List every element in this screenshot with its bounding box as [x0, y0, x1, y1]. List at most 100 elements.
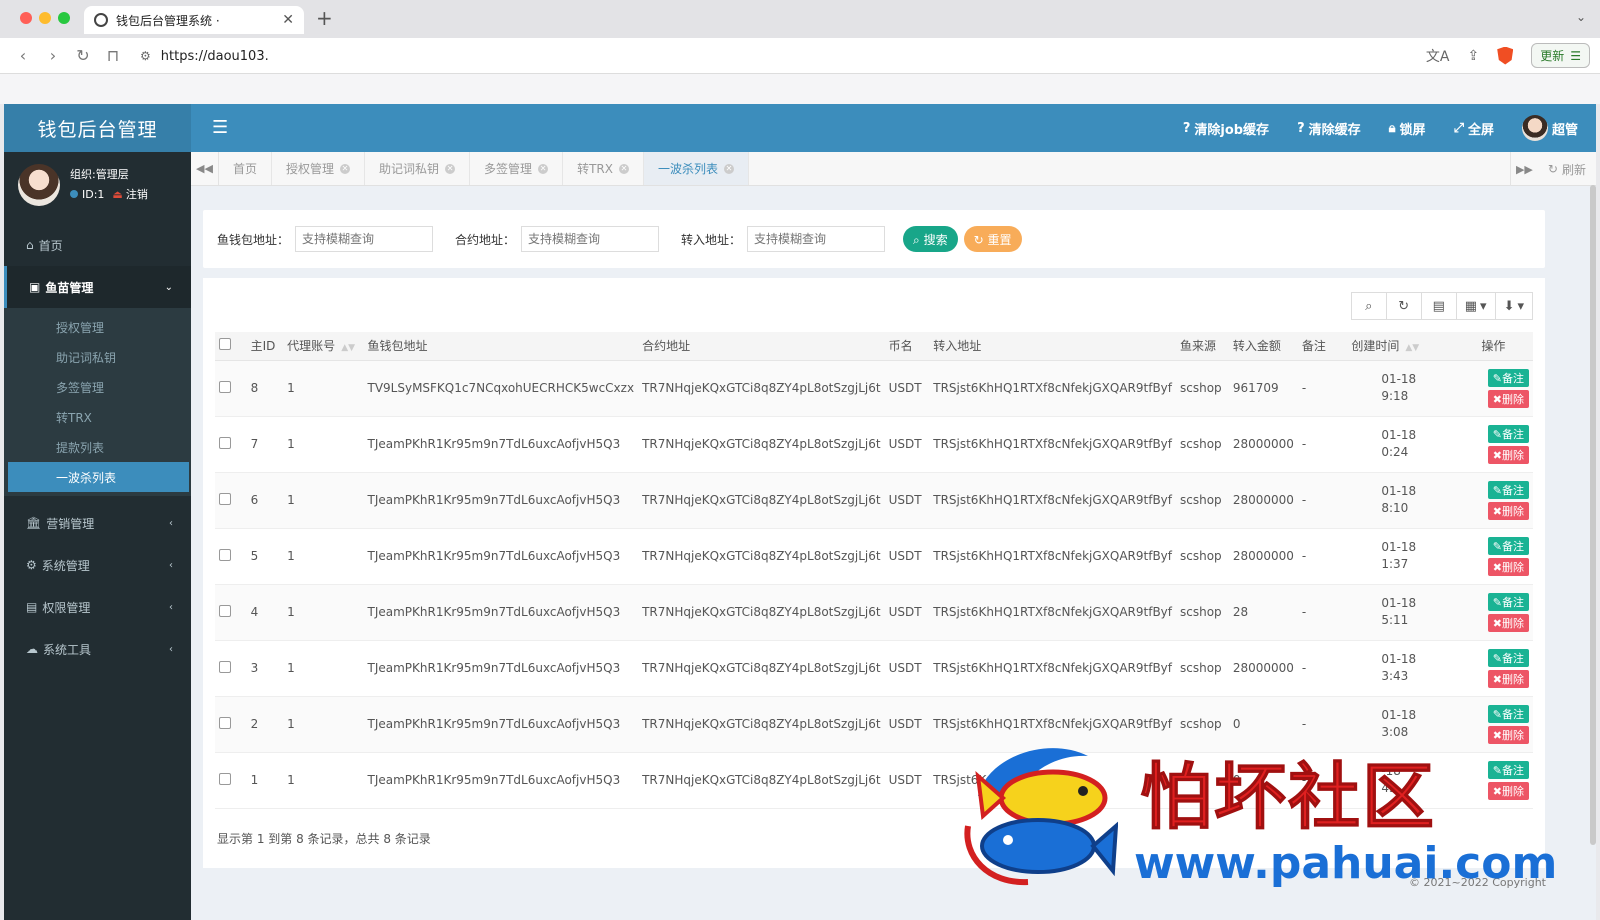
tab-list-chevron-icon[interactable]: ⌄: [1576, 10, 1586, 24]
close-tab-icon[interactable]: ✕: [538, 163, 549, 174]
forward-icon[interactable]: ›: [38, 46, 68, 65]
bookmark-icon[interactable]: ⊓: [98, 46, 128, 65]
delete-button[interactable]: ✖删除: [1487, 501, 1529, 520]
address-bar[interactable]: ⚙ https://daou103.: [140, 45, 1405, 67]
close-tab-icon[interactable]: ✕: [340, 163, 351, 174]
select-all-checkbox[interactable]: [219, 338, 231, 351]
column-header[interactable]: 备注: [1297, 332, 1348, 361]
tab-trx[interactable]: 转TRX ✕: [563, 152, 644, 185]
sidebar-item-permission[interactable]: ▤ 权限管理 ‹: [4, 586, 191, 628]
column-header[interactable]: 操作: [1453, 332, 1533, 361]
row-checkbox[interactable]: [219, 772, 231, 785]
new-tab-icon[interactable]: +: [316, 6, 333, 30]
note-button[interactable]: ✎备注: [1487, 368, 1529, 387]
delete-button[interactable]: ✖删除: [1487, 389, 1529, 408]
column-header[interactable]: 代理账号 ▲▼: [283, 332, 364, 361]
fullscreen-button[interactable]: ⤢ 全屏: [1454, 119, 1494, 138]
column-header[interactable]: 转入地址: [929, 332, 1176, 361]
delete-button[interactable]: ✖删除: [1487, 669, 1529, 688]
note-button[interactable]: ✎备注: [1487, 424, 1529, 443]
row-checkbox[interactable]: [219, 604, 231, 617]
brave-shield-icon[interactable]: [1497, 46, 1514, 65]
note-button[interactable]: ✎备注: [1487, 760, 1529, 779]
row-checkbox[interactable]: [219, 548, 231, 561]
delete-button[interactable]: ✖删除: [1487, 725, 1529, 744]
note-button-label: 备注: [1502, 371, 1524, 385]
sidebar-item-tools[interactable]: ☁ 系统工具 ‹: [4, 628, 191, 670]
sidebar-item-yibosha[interactable]: 一波杀列表: [8, 462, 189, 492]
user-menu[interactable]: 超管: [1521, 115, 1578, 141]
column-header[interactable]: 币名: [884, 332, 930, 361]
page-scrollbar[interactable]: [1590, 185, 1596, 845]
sidebar-item-system[interactable]: ⚙ 系统管理 ‹: [4, 544, 191, 586]
cell-note: -: [1297, 528, 1348, 585]
note-button[interactable]: ✎备注: [1487, 648, 1529, 667]
lock-screen-button[interactable]: 🔒︎ 锁屏: [1389, 119, 1426, 138]
close-tab-icon[interactable]: ✕: [282, 12, 294, 28]
tab-auth[interactable]: 授权管理 ✕: [272, 152, 366, 185]
sidebar-item-home[interactable]: ⌂ 首页: [4, 224, 191, 266]
row-checkbox[interactable]: [219, 492, 231, 505]
delete-button[interactable]: ✖删除: [1487, 781, 1529, 800]
column-header[interactable]: 鱼钱包地址: [363, 332, 639, 361]
toggle-view-button[interactable]: ▤: [1420, 292, 1457, 320]
export-button[interactable]: ⬇ ▾: [1494, 292, 1533, 320]
note-button[interactable]: ✎备注: [1487, 592, 1529, 611]
close-tab-icon[interactable]: ✕: [723, 163, 734, 174]
tab-yibosha[interactable]: 一波杀列表 ✕: [643, 152, 749, 185]
tab-mnemonic[interactable]: 助记词私钥 ✕: [365, 152, 471, 185]
column-header[interactable]: 主ID: [246, 332, 284, 361]
browser-tab[interactable]: 钱包后台管理系统 · ✕: [84, 6, 304, 34]
minimize-window-button[interactable]: [39, 12, 51, 24]
site-settings-icon[interactable]: ⚙: [140, 49, 151, 63]
row-checkbox[interactable]: [219, 380, 231, 393]
tab-home[interactable]: 首页: [219, 152, 273, 185]
share-icon[interactable]: ⇪: [1467, 48, 1479, 64]
tab-multisig[interactable]: 多签管理 ✕: [470, 152, 564, 185]
close-tab-icon[interactable]: ✕: [618, 163, 629, 174]
app-logo[interactable]: 钱包后台管理: [4, 104, 191, 152]
row-checkbox[interactable]: [219, 660, 231, 673]
to-address-input[interactable]: [747, 226, 886, 252]
refresh-button[interactable]: ↻ 刷新: [1538, 152, 1596, 186]
reload-icon[interactable]: ↻: [68, 46, 98, 65]
note-button[interactable]: ✎备注: [1487, 536, 1529, 555]
column-header[interactable]: 转入金额: [1228, 332, 1298, 361]
logout-link[interactable]: ⏏ 注销: [112, 185, 147, 205]
fish-wallet-input[interactable]: [295, 226, 434, 252]
row-checkbox[interactable]: [219, 436, 231, 449]
sidebar-item-marketing[interactable]: 🏛︎ 营销管理 ‹: [4, 502, 191, 544]
clear-job-cache-button[interactable]: ? 清除job缓存: [1183, 119, 1269, 138]
sidebar-item-multisig[interactable]: 多签管理: [4, 372, 191, 402]
delete-button[interactable]: ✖删除: [1487, 557, 1529, 576]
sidebar-item-trx[interactable]: 转TRX: [4, 402, 191, 432]
translate-icon[interactable]: 文A: [1426, 46, 1450, 66]
back-icon[interactable]: ‹: [8, 46, 38, 65]
maximize-window-button[interactable]: [58, 12, 70, 24]
contract-input[interactable]: [521, 226, 660, 252]
delete-button[interactable]: ✖删除: [1487, 445, 1529, 464]
clear-cache-button[interactable]: ? 清除缓存: [1297, 119, 1361, 138]
close-window-button[interactable]: [20, 12, 32, 24]
refresh-table-button[interactable]: ↻: [1385, 292, 1422, 320]
note-button[interactable]: ✎备注: [1487, 480, 1529, 499]
tabs-scroll-left-icon[interactable]: ◀◀: [191, 152, 219, 185]
sidebar-item-mnemonic[interactable]: 助记词私钥: [4, 342, 191, 372]
close-tab-icon[interactable]: ✕: [445, 163, 456, 174]
search-button[interactable]: ⌕ 搜索: [903, 226, 958, 252]
update-button[interactable]: 更新 ☰: [1531, 43, 1590, 68]
note-button[interactable]: ✎备注: [1487, 704, 1529, 723]
sidebar-item-fish-mgmt[interactable]: ▣ 鱼苗管理 ⌄: [4, 266, 191, 308]
reset-button[interactable]: ↻ 重置: [963, 226, 1022, 252]
delete-button[interactable]: ✖删除: [1487, 613, 1529, 632]
column-header[interactable]: 创建时间 ▲▼: [1347, 332, 1454, 361]
row-checkbox[interactable]: [219, 716, 231, 729]
sidebar-toggle-icon[interactable]: ☰: [212, 117, 228, 138]
column-header[interactable]: 合约地址: [638, 332, 885, 361]
sidebar-item-auth[interactable]: 授权管理: [4, 312, 191, 342]
toggle-search-button[interactable]: ⌕: [1350, 292, 1387, 320]
tabs-scroll-right-icon[interactable]: ▶▶: [1509, 152, 1538, 186]
column-header[interactable]: 鱼来源: [1176, 332, 1229, 361]
sidebar-item-withdraw[interactable]: 提款列表: [4, 432, 191, 462]
columns-button[interactable]: ▦ ▾: [1455, 292, 1496, 320]
